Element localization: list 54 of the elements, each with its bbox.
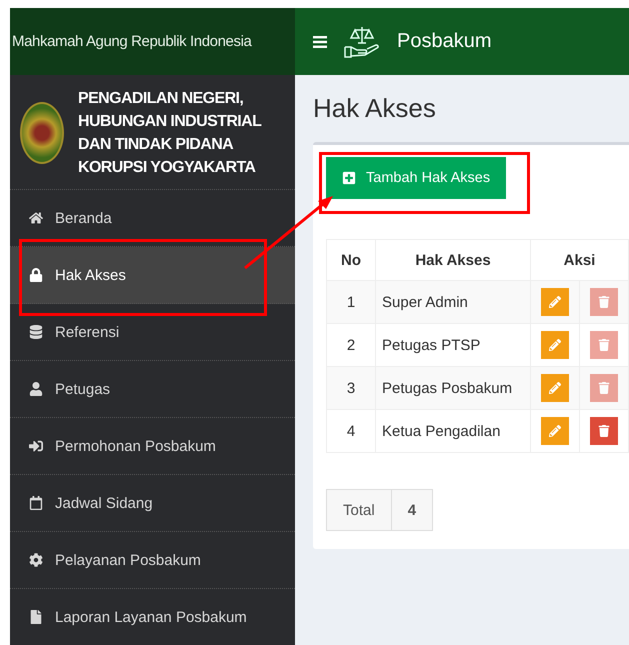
sign-in-icon xyxy=(29,439,43,453)
total-value: 4 xyxy=(392,489,434,531)
trash-icon xyxy=(598,425,610,437)
table-cell: Petugas PTSP xyxy=(376,324,530,366)
scales-hand-icon xyxy=(343,24,381,58)
edit-button[interactable] xyxy=(541,331,569,359)
sidebar-item-label: Referensi xyxy=(55,324,120,340)
table-cell: 1 xyxy=(326,280,376,324)
edit-button[interactable] xyxy=(541,417,569,445)
sidebar-item-label: Pelayanan Posbakum xyxy=(55,552,201,568)
trash-icon xyxy=(598,382,610,394)
user-icon xyxy=(29,382,43,396)
page-heading: Hak Akses xyxy=(313,93,437,124)
calendar-icon xyxy=(29,496,43,510)
sidebar-item-label: Laporan Layanan Posbakum xyxy=(55,608,247,626)
sidebar-item[interactable]: Permohonan Posbakum xyxy=(10,418,295,475)
pencil-icon xyxy=(549,296,561,308)
sidebar-item[interactable]: Referensi xyxy=(10,304,295,361)
sidebar-item-label: Permohonan Posbakum xyxy=(55,438,216,454)
sidebar-item[interactable]: Pelayanan Posbakum xyxy=(10,532,295,589)
delete-button[interactable] xyxy=(590,417,618,445)
table-cell: 3 xyxy=(326,366,376,410)
court-name: PENGADILAN NEGERI, HUBUNGAN INDUSTRIAL DAN TINDAK PIDANA KORUPSI YOGYAKARTA xyxy=(78,89,262,178)
pencil-icon xyxy=(549,382,561,394)
trash-icon xyxy=(598,339,610,351)
database-icon xyxy=(29,325,43,339)
sidebar-item[interactable]: Laporan Layanan Posbakum xyxy=(10,589,295,645)
table-cell: 4 xyxy=(326,410,376,452)
lock-icon xyxy=(29,268,43,282)
table-cell: 2 xyxy=(326,324,376,366)
table-cell: Petugas Posbakum xyxy=(376,366,530,410)
edit-button[interactable] xyxy=(541,288,569,316)
app-title: Posbakum xyxy=(397,30,492,53)
menu-icon[interactable] xyxy=(313,36,327,48)
table-cell: Ketua Pengadilan xyxy=(376,410,530,452)
home-icon xyxy=(29,211,43,225)
sidebar-item[interactable]: Hak Akses xyxy=(10,247,295,304)
total-label: Total xyxy=(326,489,392,531)
sidebar-item[interactable]: Jadwal Sidang xyxy=(10,475,295,532)
pencil-icon xyxy=(549,339,561,351)
column-header: No xyxy=(326,240,376,280)
trash-icon xyxy=(598,296,610,308)
sidebar-item-label: Jadwal Sidang xyxy=(55,494,153,512)
sidebar-item-label: Beranda xyxy=(55,210,112,226)
sidebar-item[interactable]: Petugas xyxy=(10,361,295,418)
edit-button[interactable] xyxy=(541,374,569,402)
plus-icon xyxy=(342,171,356,185)
file-icon xyxy=(29,610,43,624)
brand-title: Mahkamah Agung Republik Indonesia xyxy=(10,8,295,75)
sidebar-item-label: Petugas xyxy=(55,380,110,398)
table-cell: Super Admin xyxy=(376,280,530,324)
gear-icon xyxy=(29,553,43,567)
sidebar-item-label: Hak Akses xyxy=(55,266,126,284)
pencil-icon xyxy=(549,425,561,437)
